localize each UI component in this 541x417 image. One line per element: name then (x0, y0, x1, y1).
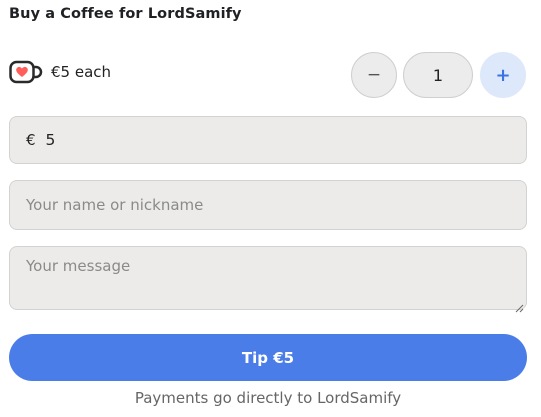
amount-value: 5 (45, 131, 56, 149)
message-placeholder: Your message (26, 257, 131, 275)
name-placeholder: Your name or nickname (26, 196, 204, 214)
increment-button[interactable]: + (480, 52, 526, 98)
price-row: €5 each (9, 57, 111, 87)
message-textarea[interactable]: Your message (9, 246, 527, 313)
amount-input[interactable]: € 5 (9, 116, 527, 164)
resize-grip-icon[interactable] (515, 298, 524, 313)
name-input[interactable]: Your name or nickname (9, 180, 527, 230)
coffee-cup-heart-icon (9, 59, 43, 85)
payment-note: Payments go directly to LordSamify (134, 389, 402, 407)
tip-button[interactable]: Tip €5 (9, 334, 527, 381)
page-title: Buy a Coffee for LordSamify (9, 6, 242, 22)
quantity-value[interactable]: 1 (403, 52, 473, 98)
price-label: €5 each (51, 63, 112, 81)
decrement-button[interactable]: − (351, 52, 397, 98)
currency-symbol: € (26, 131, 36, 149)
